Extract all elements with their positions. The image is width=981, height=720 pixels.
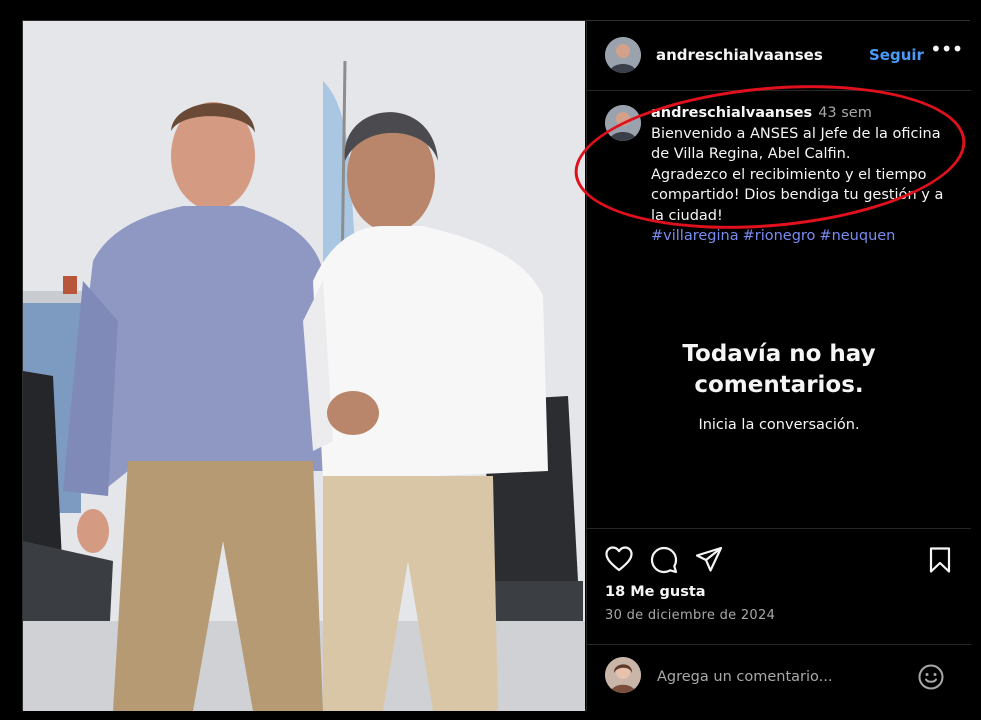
caption-author-avatar[interactable]: [605, 105, 641, 141]
likes-count[interactable]: 18 Me gusta: [605, 584, 706, 600]
author-avatar[interactable]: [605, 37, 641, 73]
no-comments-state: Todavía no hay comentarios. Inicia la co…: [587, 339, 971, 433]
emoji-icon[interactable]: [917, 663, 945, 691]
no-comments-title-line: comentarios.: [694, 372, 864, 398]
heart-icon[interactable]: [605, 546, 633, 572]
more-icon[interactable]: •••: [930, 39, 963, 59]
follow-button[interactable]: Seguir: [869, 46, 924, 64]
hashtag-link[interactable]: #villaregina: [651, 228, 739, 244]
no-comments-subtitle: Inicia la conversación.: [698, 417, 860, 433]
post-photo: [23, 21, 585, 711]
caption-line: de Villa Regina, Abel Calfin.: [651, 146, 851, 162]
post-modal: andreschialvaanses Seguir ••• andreschia…: [22, 20, 971, 711]
bookmark-icon[interactable]: [928, 546, 952, 574]
caption-timestamp[interactable]: 43 sem: [818, 105, 872, 121]
photo-illustration: [23, 21, 585, 711]
share-icon[interactable]: [695, 546, 723, 574]
actions-divider: [587, 528, 971, 529]
hashtag-link[interactable]: #neuquen: [819, 228, 895, 244]
no-comments-title-line: Todavía no hay: [682, 341, 876, 367]
hashtag-link[interactable]: #rionegro: [743, 228, 816, 244]
add-comment-row: [587, 645, 971, 711]
comment-icon[interactable]: [650, 546, 678, 574]
comment-input[interactable]: [657, 665, 907, 689]
caption-username[interactable]: andreschialvaanses: [651, 105, 812, 121]
caption-line: la ciudad!: [651, 207, 723, 224]
caption-line: compartido! Dios bendiga tu gestión y a: [651, 187, 944, 203]
current-user-avatar: [605, 657, 641, 693]
post-header: andreschialvaanses Seguir •••: [587, 21, 971, 91]
caption-header-line: andreschialvaanses 43 sem: [651, 103, 951, 124]
no-comments-title: Todavía no hay comentarios.: [587, 339, 971, 401]
caption-hashtags: #villaregina #rionegro #neuquen: [651, 226, 951, 247]
avatar-image: [605, 105, 641, 141]
caption-line: Bienvenido a ANSES al Jefe de la oficina: [651, 125, 941, 142]
author-username[interactable]: andreschialvaanses: [656, 46, 823, 64]
caption-body: andreschialvaanses 43 sem Bienvenido a AN…: [651, 103, 951, 247]
post-date: 30 de diciembre de 2024: [605, 608, 776, 623]
avatar-image: [605, 657, 641, 693]
post-side-panel: andreschialvaanses Seguir ••• andreschia…: [586, 21, 971, 711]
caption-line: Agradezco el recibimiento y el tiempo: [651, 166, 927, 183]
avatar-image: [605, 37, 641, 73]
